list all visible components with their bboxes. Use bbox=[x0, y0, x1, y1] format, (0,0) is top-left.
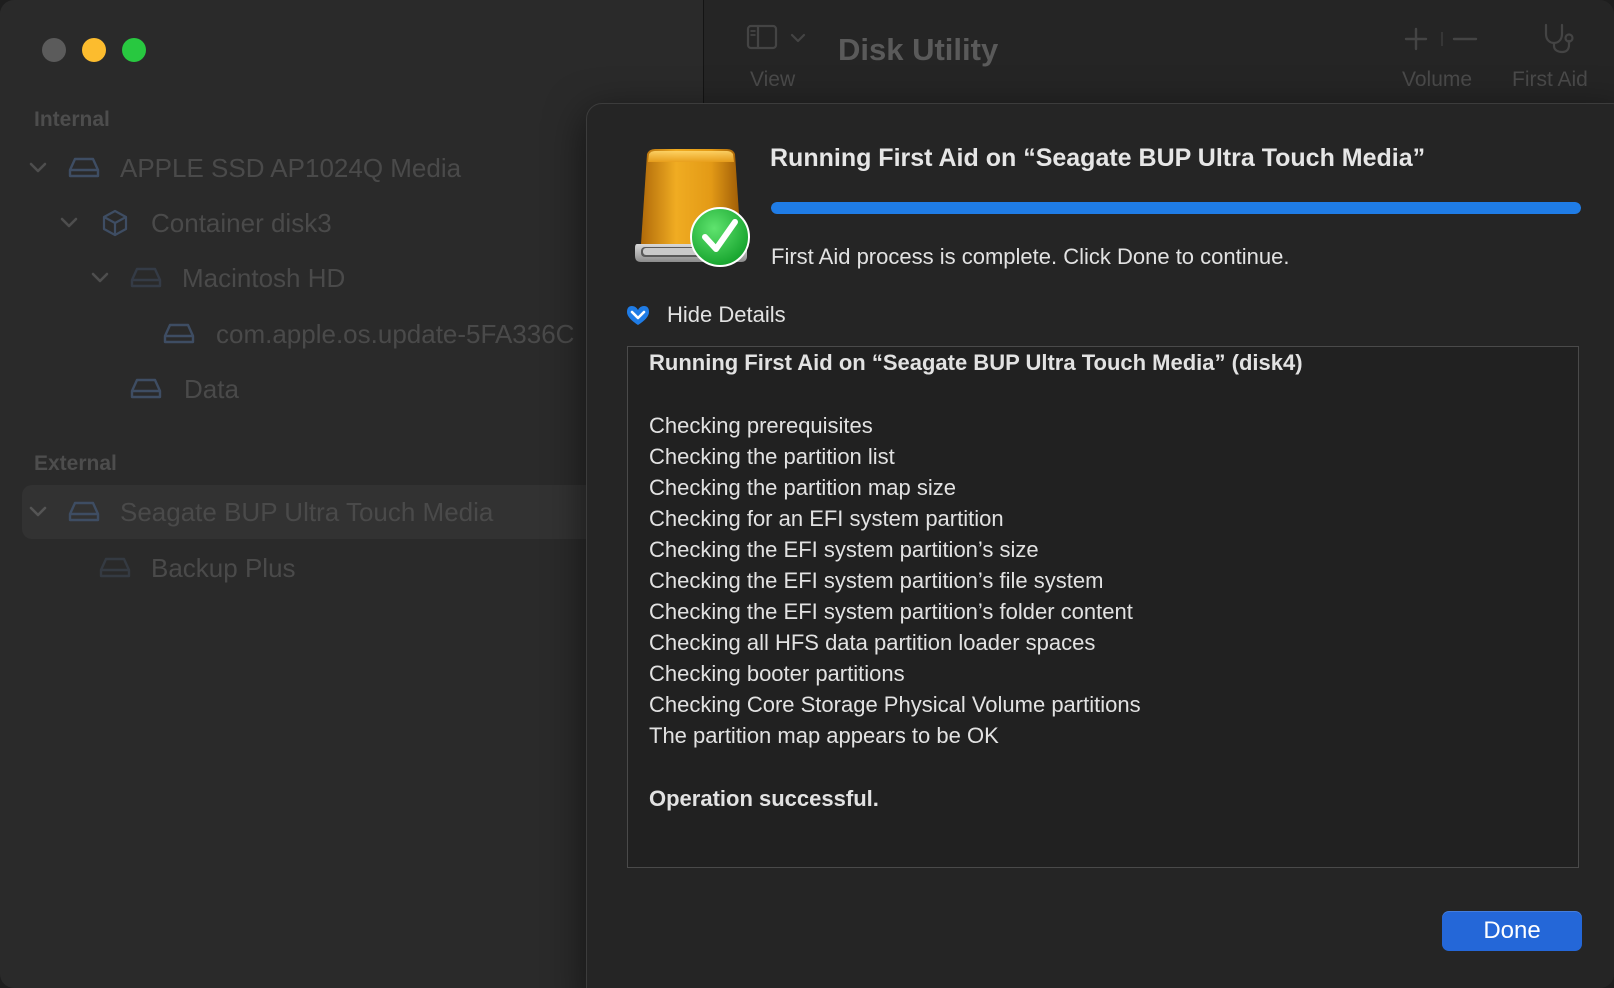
zoom-window-button[interactable] bbox=[122, 38, 146, 62]
first-aid-sheet: Running First Aid on “Seagate BUP Ultra … bbox=[586, 103, 1614, 988]
toolbar: View Disk Utility Volume First Aid bbox=[704, 0, 1614, 104]
hide-details-toggle[interactable]: Hide Details bbox=[623, 302, 786, 328]
sidebar-item-data[interactable]: Data bbox=[22, 362, 682, 416]
drive-icon bbox=[67, 155, 101, 181]
sidebar-toggle-icon[interactable] bbox=[746, 24, 778, 55]
drive-icon bbox=[67, 499, 101, 525]
sidebar-section-external: External bbox=[34, 452, 117, 475]
log-line: Checking the partition map size bbox=[649, 475, 956, 500]
progress-fill bbox=[771, 202, 1581, 214]
log-line: Checking prerequisites bbox=[649, 413, 873, 438]
details-log[interactable]: Running First Aid on “Seagate BUP Ultra … bbox=[627, 346, 1579, 868]
sheet-title: Running First Aid on “Seagate BUP Ultra … bbox=[770, 144, 1426, 172]
log-line: Checking for an EFI system partition bbox=[649, 506, 1004, 531]
log-line: Checking Core Storage Physical Volume pa… bbox=[649, 692, 1141, 717]
log-line: The partition map appears to be OK bbox=[649, 723, 999, 748]
sidebar-item-container-disk3[interactable]: Container disk3 bbox=[22, 196, 682, 250]
volume-icon bbox=[129, 376, 163, 402]
window-controls bbox=[42, 38, 146, 62]
log-line: Checking all HFS data partition loader s… bbox=[649, 630, 1096, 655]
sidebar-item-update-volume[interactable]: com.apple.os.update-5FA336C bbox=[22, 307, 682, 361]
done-button[interactable]: Done bbox=[1442, 911, 1582, 951]
log-line: Checking booter partitions bbox=[649, 661, 905, 686]
minimize-window-button[interactable] bbox=[82, 38, 106, 62]
log-line: Running First Aid on “Seagate BUP Ultra … bbox=[649, 350, 1303, 375]
sidebar-item-label: Data bbox=[184, 373, 239, 404]
chevron-down-icon[interactable] bbox=[27, 157, 49, 179]
sidebar-item-label: Container disk3 bbox=[151, 207, 332, 238]
first-aid-label: First Aid bbox=[1512, 68, 1588, 91]
disk-utility-window: Internal APPLE SSD AP1024Q Media Contain… bbox=[0, 0, 1614, 988]
chevron-down-icon[interactable] bbox=[790, 30, 806, 48]
progress-bar bbox=[771, 202, 1581, 214]
status-message: First Aid process is complete. Click Don… bbox=[771, 244, 1290, 269]
chevron-down-icon[interactable] bbox=[58, 212, 80, 234]
sidebar-item-macintosh-hd[interactable]: Macintosh HD bbox=[22, 251, 682, 305]
view-label: View bbox=[750, 68, 796, 91]
stethoscope-icon[interactable] bbox=[1540, 22, 1576, 59]
volume-icon bbox=[162, 321, 196, 347]
log-line: Checking the EFI system partition’s size bbox=[649, 537, 1039, 562]
log-line: Checking the EFI system partition’s fold… bbox=[649, 599, 1133, 624]
volume-icon bbox=[129, 265, 163, 291]
sidebar-item-apple-ssd[interactable]: APPLE SSD AP1024Q Media bbox=[22, 141, 682, 195]
volume-icon bbox=[98, 555, 132, 581]
window-title: Disk Utility bbox=[838, 32, 999, 67]
sidebar-section-internal: Internal bbox=[34, 108, 110, 131]
volume-label: Volume bbox=[1402, 68, 1473, 91]
external-drive-icon bbox=[631, 148, 751, 272]
sidebar-item-label: com.apple.os.update-5FA336C bbox=[216, 318, 575, 349]
sidebar-item-label: Backup Plus bbox=[151, 552, 296, 583]
disclosure-chevron-icon[interactable] bbox=[623, 302, 653, 328]
container-icon bbox=[98, 209, 132, 237]
volume-controls[interactable] bbox=[1402, 26, 1482, 57]
sidebar-item-seagate[interactable]: Seagate BUP Ultra Touch Media bbox=[22, 485, 682, 539]
chevron-down-icon[interactable] bbox=[89, 267, 111, 289]
log-line: Checking the partition list bbox=[649, 444, 895, 469]
sidebar-item-label: Macintosh HD bbox=[182, 262, 346, 293]
sidebar-item-backup-plus[interactable]: Backup Plus bbox=[22, 541, 682, 595]
chevron-down-icon[interactable] bbox=[27, 501, 49, 523]
hide-details-label: Hide Details bbox=[667, 302, 786, 327]
sidebar-item-label: APPLE SSD AP1024Q Media bbox=[120, 152, 462, 183]
sidebar-item-label: Seagate BUP Ultra Touch Media bbox=[120, 496, 494, 527]
log-line: Operation successful. bbox=[649, 786, 879, 811]
close-window-button[interactable] bbox=[42, 38, 66, 62]
log-line: Checking the EFI system partition’s file… bbox=[649, 568, 1104, 593]
